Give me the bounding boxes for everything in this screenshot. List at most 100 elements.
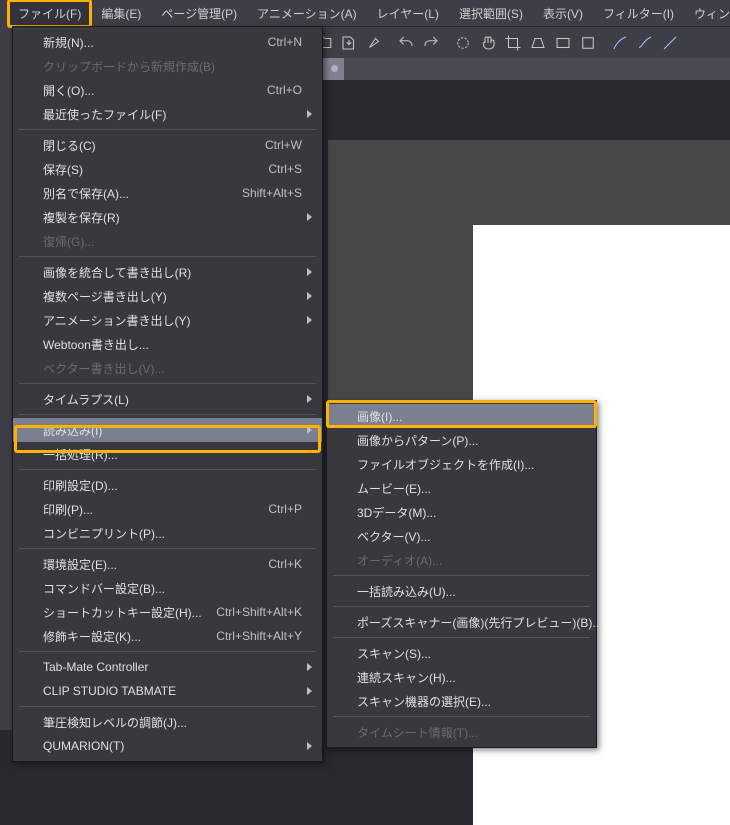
import-submenu-item-10[interactable]: ポーズスキャナー(画像)(先行プレビュー)(B)... [327,610,596,634]
menu-item-label: 別名で保存(A)... [43,185,242,202]
menu-file[interactable]: ファイル(F) [8,0,91,27]
menu-item-label: 修飾キー設定(K)... [43,628,216,645]
file-menu-item-15: ベクター書き出し(V)... [13,356,322,380]
file-menu-separator [19,414,316,415]
menu-item-label: 画像(I)... [357,408,576,425]
menu-item-label: 一括処理(R)... [43,446,302,463]
file-menu-separator [19,469,316,470]
menu-item-label: ポーズスキャナー(画像)(先行プレビュー)(B)... [357,614,602,631]
file-menu-item-17[interactable]: タイムラプス(L) [13,387,322,411]
file-menu-item-28[interactable]: ショートカットキー設定(H)...Ctrl+Shift+Alt+K [13,600,322,624]
import-submenu-separator [333,637,590,638]
import-submenu-item-12[interactable]: スキャン(S)... [327,641,596,665]
file-menu-item-27[interactable]: コマンドバー設定(B)... [13,576,322,600]
menu-layer[interactable]: レイヤー(L) [367,0,449,27]
toolbar-brush-icon[interactable] [633,31,657,55]
tab-strip [308,58,730,80]
menu-item-label: スキャン(S)... [357,645,576,662]
toolbar-line-icon[interactable] [658,31,682,55]
menu-item-label: 画像からパターン(P)... [357,432,576,449]
menu-window[interactable]: ウィンドウ(W) [684,0,730,27]
toolbar-rect-icon[interactable] [551,31,575,55]
menu-item-label: コンビニプリント(P)... [43,525,302,542]
toolbar-export-icon[interactable] [337,31,361,55]
menu-item-label: Tab-Mate Controller [43,660,302,674]
menu-animation[interactable]: アニメーション(A) [247,0,367,27]
toolbar-crop-icon[interactable] [501,31,525,55]
import-submenu-item-14[interactable]: スキャン機器の選択(E)... [327,689,596,713]
menu-item-label: アニメーション書き出し(Y) [43,312,302,329]
import-submenu-item-16: タイムシート情報(T)... [327,720,596,744]
import-submenu-item-13[interactable]: 連続スキャン(H)... [327,665,596,689]
file-menu-separator [19,548,316,549]
menu-item-label: 閉じる(C) [43,137,265,154]
menu-view[interactable]: 表示(V) [533,0,593,27]
file-menu-item-3[interactable]: 最近使ったファイル(F) [13,102,322,126]
menu-item-label: Webtoon書き出し... [43,336,302,353]
menu-item-label: ショートカットキー設定(H)... [43,604,216,621]
toolbar-perspective-icon[interactable] [526,31,550,55]
file-menu-item-32[interactable]: CLIP STUDIO TABMATE [13,679,322,703]
menu-item-label: クリップボードから新規作成(B) [43,58,302,75]
import-submenu-item-8[interactable]: 一括読み込み(U)... [327,579,596,603]
file-menu-item-8[interactable]: 複製を保存(R) [13,205,322,229]
import-submenu-separator [333,716,590,717]
import-submenu-item-6: オーディオ(A)... [327,548,596,572]
file-menu-item-20[interactable]: 一括処理(R)... [13,442,322,466]
menu-selection[interactable]: 選択範囲(S) [449,0,533,27]
submenu-arrow-icon [307,687,312,695]
file-menu-separator [19,651,316,652]
file-menu-item-5[interactable]: 閉じる(C)Ctrl+W [13,133,322,157]
menu-item-label: ベクター書き出し(V)... [43,360,302,377]
file-menu-item-14[interactable]: Webtoon書き出し... [13,332,322,356]
import-submenu-item-2[interactable]: ファイルオブジェクトを作成(I)... [327,452,596,476]
submenu-arrow-icon [307,268,312,276]
menu-page[interactable]: ページ管理(P) [151,0,247,27]
file-menu-item-26[interactable]: 環境設定(E)...Ctrl+K [13,552,322,576]
menu-item-shortcut: Ctrl+S [268,162,302,176]
import-submenu-separator [333,575,590,576]
toolbar-marquee-icon[interactable] [451,31,475,55]
file-menu-item-31[interactable]: Tab-Mate Controller [13,655,322,679]
file-menu-item-11[interactable]: 画像を統合して書き出し(R) [13,260,322,284]
menubar: ファイル(F) 編集(E) ページ管理(P) アニメーション(A) レイヤー(L… [0,0,730,26]
menu-item-label: タイムラプス(L) [43,391,302,408]
file-menu-item-35[interactable]: QUMARION(T) [13,734,322,758]
file-menu-item-2[interactable]: 開く(O)...Ctrl+O [13,78,322,102]
menu-item-label: 最近使ったファイル(F) [43,106,302,123]
file-menu-item-13[interactable]: アニメーション書き出し(Y) [13,308,322,332]
toolbar-shape-icon[interactable] [576,31,600,55]
file-menu-item-29[interactable]: 修飾キー設定(K)...Ctrl+Shift+Alt+Y [13,624,322,648]
file-menu-item-34[interactable]: 筆圧検知レベルの調節(J)... [13,710,322,734]
file-menu-item-1: クリップボードから新規作成(B) [13,54,322,78]
file-menu-item-6[interactable]: 保存(S)Ctrl+S [13,157,322,181]
menu-item-label: CLIP STUDIO TABMATE [43,684,302,698]
file-menu-dropdown: 新規(N)...Ctrl+N クリップボードから新規作成(B) 開く(O)...Ct… [12,26,323,762]
file-menu-item-12[interactable]: 複数ページ書き出し(Y) [13,284,322,308]
file-menu-item-22[interactable]: 印刷設定(D)... [13,473,322,497]
menu-edit[interactable]: 編集(E) [91,0,151,27]
file-menu-item-0[interactable]: 新規(N)...Ctrl+N [13,30,322,54]
menu-item-label: 複数ページ書き出し(Y) [43,288,302,305]
menu-item-label: 画像を統合して書き出し(R) [43,264,302,281]
import-submenu-item-4[interactable]: 3Dデータ(M)... [327,500,596,524]
menu-item-label: コマンドバー設定(B)... [43,580,302,597]
submenu-arrow-icon [307,213,312,221]
import-submenu-item-0[interactable]: 画像(I)... [327,404,596,428]
file-menu-separator [19,129,316,130]
submenu-arrow-icon [307,426,312,434]
toolbar-hand-icon[interactable] [476,31,500,55]
toolbar-tool3-icon[interactable] [362,31,386,55]
file-menu-item-7[interactable]: 別名で保存(A)...Shift+Alt+S [13,181,322,205]
toolbar-undo-icon[interactable] [394,31,418,55]
import-submenu-item-5[interactable]: ベクター(V)... [327,524,596,548]
menu-item-label: 保存(S) [43,161,268,178]
menu-filter[interactable]: フィルター(I) [593,0,684,27]
file-menu-item-19[interactable]: 読み込み(I) [13,418,322,442]
file-menu-item-24[interactable]: コンビニプリント(P)... [13,521,322,545]
toolbar-pen-icon[interactable] [608,31,632,55]
import-submenu-item-1[interactable]: 画像からパターン(P)... [327,428,596,452]
file-menu-item-23[interactable]: 印刷(P)...Ctrl+P [13,497,322,521]
import-submenu-item-3[interactable]: ムービー(E)... [327,476,596,500]
toolbar-redo-icon[interactable] [419,31,443,55]
